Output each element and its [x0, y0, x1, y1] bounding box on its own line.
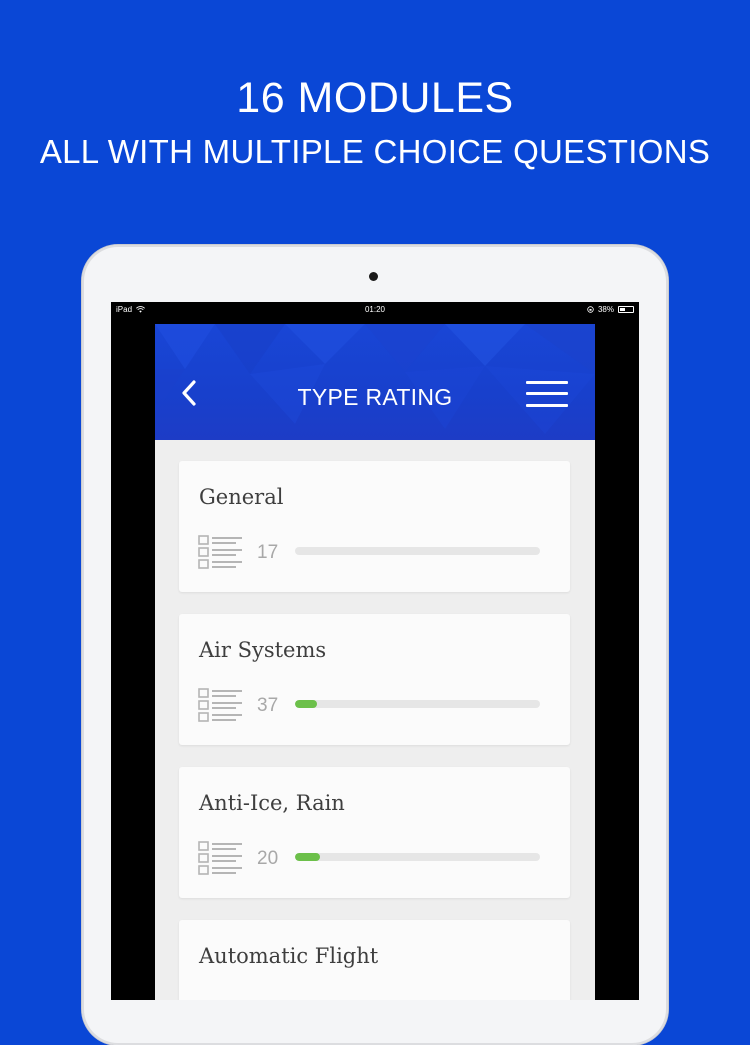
question-count: 37 [257, 695, 279, 716]
progress-track [295, 853, 540, 861]
question-count: 17 [257, 542, 279, 563]
status-bar: iPad 01:20 38% [111, 302, 639, 320]
module-card[interactable]: Automatic Flight [179, 920, 570, 1000]
status-time: 01:20 [364, 305, 386, 314]
app-screen: TYPE RATING General 17 Air Systems 37 Anti-I… [155, 324, 595, 1000]
question-list-icon [198, 841, 242, 875]
app-header: TYPE RATING [155, 324, 595, 440]
device-screen: iPad 01:20 38% TYPE RATING General 17 Ai… [111, 302, 639, 1000]
promo-headline: 16 MODULES [236, 74, 514, 122]
progress-track [295, 547, 540, 555]
module-card[interactable]: Air Systems 37 [179, 614, 570, 745]
question-list-icon [198, 688, 242, 722]
battery-percent: 38% [597, 305, 614, 314]
hamburger-menu-icon [526, 381, 568, 384]
progress-bar [295, 853, 320, 861]
module-title: Air Systems [199, 638, 327, 662]
hamburger-menu-icon [526, 392, 568, 395]
rotation-lock-icon [587, 306, 594, 313]
module-card[interactable]: General 17 [179, 461, 570, 592]
question-list-icon [198, 535, 242, 569]
camera-dot [369, 272, 378, 281]
module-card[interactable]: Anti-Ice, Rain 20 [179, 767, 570, 898]
module-title: General [199, 485, 284, 509]
module-title: Anti-Ice, Rain [199, 791, 345, 815]
progress-track [295, 700, 540, 708]
promo-subline: ALL WITH MULTIPLE CHOICE QUESTIONS [39, 133, 711, 170]
progress-bar [295, 700, 318, 708]
battery-icon [618, 306, 634, 313]
question-count: 20 [257, 848, 279, 869]
module-title: Automatic Flight [199, 944, 379, 968]
menu-button[interactable] [526, 380, 568, 408]
hamburger-menu-icon [526, 404, 568, 407]
